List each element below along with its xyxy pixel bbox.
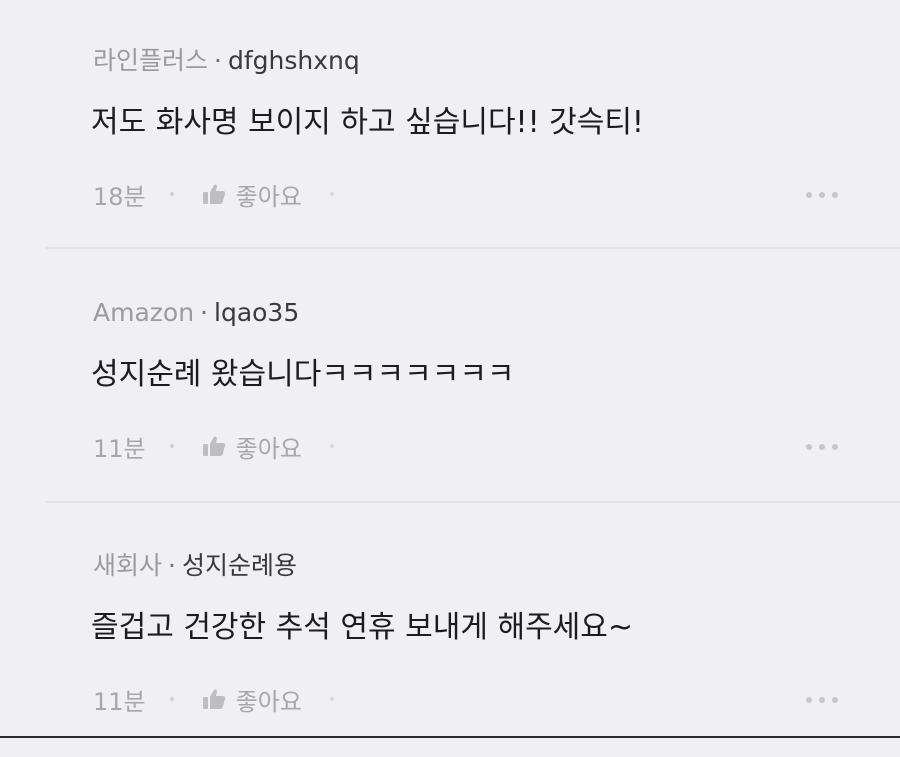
separator-dot [329,444,334,448]
comment-time: 18분 [93,182,146,211]
more-dot [819,192,825,198]
author-company: 라인플러스 [93,46,209,75]
separator-dot [329,697,334,701]
separator-dot [169,192,174,196]
like-label: 좋아요 [235,434,302,463]
more-dot [806,444,812,450]
comment-actions: 11분 좋아요 [93,426,334,466]
separator-dot [169,697,174,701]
comment-actions: 11분 좋아요 [93,679,334,719]
more-options-button[interactable] [806,440,838,454]
like-button[interactable]: 좋아요 [202,682,302,717]
author-nickname: lqao35 [214,298,300,327]
comment-item: 라인플러스 · dfghshxnq 저도 화사명 보이지 하고 싶습니다!! 갓슥티… [0,0,900,252]
comment-text: 성지순례 왔습니다ㅋㅋㅋㅋㅋㅋㅋ [91,357,515,392]
thumbs-up-icon [202,184,225,204]
separator-dot [329,192,334,196]
author-company: 새회사 [93,551,163,580]
comment-item: Amazon · lqao35 성지순례 왔습니다ㅋㅋㅋㅋㅋㅋㅋ 11분 좋아요 [0,252,900,504]
more-dot [819,697,825,703]
comment-divider [46,501,900,503]
meta-separator: · [200,298,208,327]
meta-separator: · [214,46,222,75]
comment-divider [46,247,900,249]
like-button[interactable]: 좋아요 [202,429,302,464]
thumbs-up-icon [202,689,225,709]
more-dot [832,192,838,198]
more-dot [832,697,838,703]
more-options-button[interactable] [806,693,838,707]
comment-text: 즐겁고 건강한 추석 연휴 보내게 해주세요~ [91,610,634,645]
like-label: 좋아요 [235,182,302,211]
comment-item: 새회사 · 성지순례용 즐겁고 건강한 추석 연휴 보내게 해주세요~ 11분 좋아… [0,505,900,757]
meta-separator: · [168,551,176,580]
like-label: 좋아요 [235,687,302,716]
more-dot [819,444,825,450]
comment-author[interactable]: 새회사 · 성지순례용 [93,547,297,585]
comment-time: 11분 [93,687,146,716]
comment-time: 11분 [93,434,146,463]
comment-author[interactable]: 라인플러스 · dfghshxnq [93,42,360,80]
author-company: Amazon [93,298,195,327]
separator-dot [169,444,174,448]
comment-author[interactable]: Amazon · lqao35 [93,294,299,332]
more-dot [832,444,838,450]
comment-actions: 18분 좋아요 [93,174,334,214]
author-nickname: dfghshxnq [227,46,360,75]
like-button[interactable]: 좋아요 [202,177,302,212]
thumbs-up-icon [202,436,225,456]
more-dot [806,192,812,198]
author-nickname: 성지순례용 [181,551,297,580]
more-dot [806,697,812,703]
more-options-button[interactable] [806,188,838,202]
comment-text: 저도 화사명 보이지 하고 싶습니다!! 갓슥티! [91,105,644,140]
